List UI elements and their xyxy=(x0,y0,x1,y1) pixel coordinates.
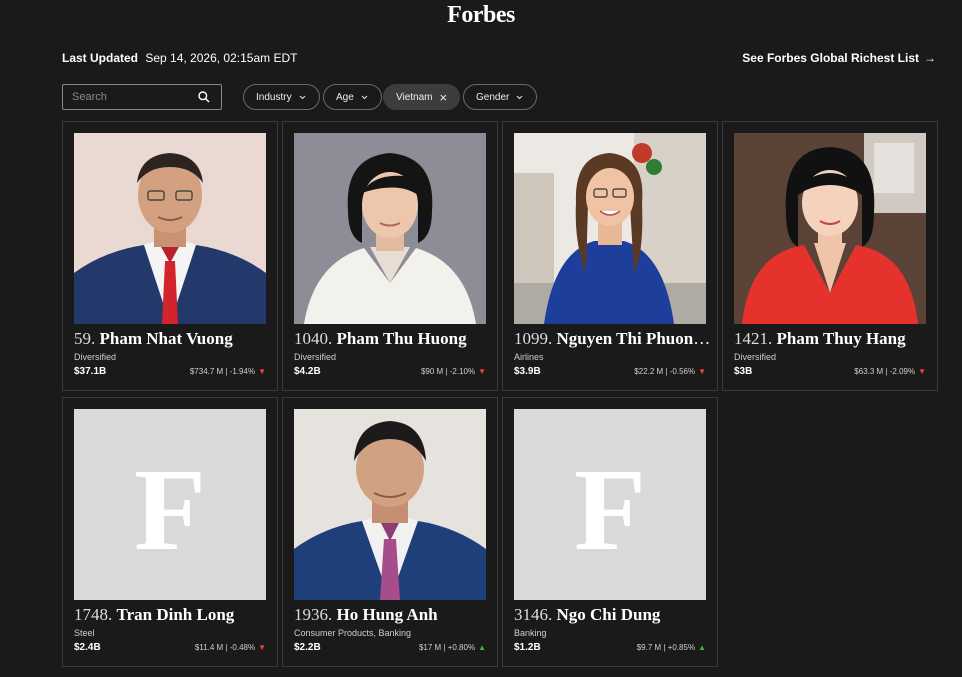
industry: Airlines xyxy=(514,352,544,362)
billionaire-card[interactable]: F 1748. Tran Dinh Long Steel $2.4B $11.4… xyxy=(62,397,278,667)
triangle-down-icon: ▼ xyxy=(918,367,926,376)
rank: 3146. xyxy=(514,605,553,624)
rank-and-name: 1040. Pham Thu Huong xyxy=(294,329,492,349)
industry: Diversified xyxy=(734,352,777,362)
last-updated-label: Last Updated xyxy=(62,51,139,65)
billionaire-card[interactable]: 59. Pham Nhat Vuong Diversified $37.1B $… xyxy=(62,121,278,391)
triangle-down-icon: ▼ xyxy=(258,643,266,652)
search-input[interactable] xyxy=(72,89,192,105)
person-name[interactable]: Ho Hung Anh xyxy=(337,605,438,624)
triangle-up-icon: ▲ xyxy=(478,643,486,652)
net-worth: $2.2B xyxy=(294,642,321,653)
rank: 1421. xyxy=(734,329,773,348)
profile-photo xyxy=(294,409,486,600)
triangle-down-icon: ▼ xyxy=(258,367,266,376)
daily-change: $22.2 M | -0.56% ▼ xyxy=(634,367,706,376)
chevron-down-icon xyxy=(516,95,523,99)
person-name[interactable]: Tran Dinh Long xyxy=(117,605,235,624)
rank: 1099. xyxy=(514,329,553,348)
billionaire-card[interactable]: 1936. Ho Hung Anh Consumer Products, Ban… xyxy=(282,397,498,667)
filter-country-label: Vietnam xyxy=(396,91,433,103)
person-name[interactable]: Pham Thu Huong xyxy=(337,329,467,348)
daily-change: $734.7 M | -1.94% ▼ xyxy=(190,367,266,376)
daily-change-value: $17 M | +0.80% xyxy=(418,643,476,652)
person-name[interactable]: Pham Thuy Hang xyxy=(777,329,906,348)
rank: 59. xyxy=(74,329,96,348)
search-box[interactable] xyxy=(62,84,222,110)
rank: 1748. xyxy=(74,605,113,624)
triangle-down-icon: ▼ xyxy=(478,367,486,376)
net-worth: $2.4B xyxy=(74,642,101,653)
person-name[interactable]: Pham Nhat Vuong xyxy=(100,329,233,348)
rank-and-name: 1748. Tran Dinh Long xyxy=(74,605,272,625)
rank-and-name: 1421. Pham Thuy Hang xyxy=(734,329,932,349)
rank-and-name: 1099. Nguyen Thi Phuong Thao xyxy=(514,329,712,349)
billionaire-card[interactable]: 1099. Nguyen Thi Phuong Thao Airlines $3… xyxy=(502,121,718,391)
net-worth: $3B xyxy=(734,366,753,377)
rank-and-name: 1936. Ho Hung Anh xyxy=(294,605,492,625)
filter-age[interactable]: Age xyxy=(323,84,382,110)
industry: Diversified xyxy=(294,352,337,362)
rank: 1936. xyxy=(294,605,333,624)
close-icon[interactable]: × xyxy=(440,91,448,104)
forbes-f-logo: F xyxy=(574,444,646,575)
forbes-f-logo: F xyxy=(134,444,206,575)
profile-photo-placeholder: F xyxy=(514,409,706,600)
profile-photo xyxy=(74,133,266,324)
filter-gender[interactable]: Gender xyxy=(463,84,538,110)
industry: Diversified xyxy=(74,352,117,362)
daily-change-value: $9.7 M | +0.85% xyxy=(636,643,696,652)
forbes-logo[interactable]: Forbes xyxy=(0,2,962,29)
triangle-down-icon: ▼ xyxy=(698,367,706,376)
daily-change: $90 M | -2.10% ▼ xyxy=(421,367,486,376)
net-worth: $3.9B xyxy=(514,366,541,377)
global-richest-link[interactable]: See Forbes Global Richest List → xyxy=(742,51,936,65)
global-richest-link-label: See Forbes Global Richest List xyxy=(742,51,919,65)
billionaire-card[interactable]: 1040. Pham Thu Huong Diversified $4.2B $… xyxy=(282,121,498,391)
search-icon[interactable] xyxy=(197,90,211,104)
profile-photo xyxy=(294,133,486,324)
net-worth: $4.2B xyxy=(294,366,321,377)
filter-industry[interactable]: Industry xyxy=(243,84,320,110)
profile-photo xyxy=(734,133,926,324)
daily-change-value: $734.7 M | -1.94% xyxy=(189,367,256,376)
last-updated: Last Updated Sep 14, 2026, 02:15am EDT xyxy=(62,51,297,65)
billionaire-card[interactable]: F 3146. Ngo Chi Dung Banking $1.2B $9.7 … xyxy=(502,397,718,667)
triangle-up-icon: ▲ xyxy=(698,643,706,652)
filter-industry-label: Industry xyxy=(256,91,292,103)
industry: Steel xyxy=(74,628,95,638)
filter-country-vietnam[interactable]: Vietnam × xyxy=(383,84,461,110)
daily-change: $9.7 M | +0.85% ▲ xyxy=(637,643,706,652)
last-updated-value: Sep 14, 2026, 02:15am EDT xyxy=(145,51,298,65)
profile-photo-placeholder: F xyxy=(74,409,266,600)
daily-change-value: $90 M | -2.10% xyxy=(420,367,476,376)
billionaire-card[interactable]: 1421. Pham Thuy Hang Diversified $3B $63… xyxy=(722,121,938,391)
daily-change: $63.3 M | -2.09% ▼ xyxy=(854,367,926,376)
chevron-down-icon xyxy=(299,95,305,99)
daily-change-value: $11.4 M | -0.48% xyxy=(194,643,256,652)
profile-photo xyxy=(514,133,706,324)
daily-change: $17 M | +0.80% ▲ xyxy=(419,643,486,652)
arrow-right-icon: → xyxy=(924,51,936,65)
industry: Banking xyxy=(514,628,547,638)
person-name[interactable]: Nguyen Thi Phuong Thao xyxy=(557,329,713,348)
rank: 1040. xyxy=(294,329,333,348)
chevron-down-icon xyxy=(361,95,368,99)
rank-and-name: 3146. Ngo Chi Dung xyxy=(514,605,712,625)
industry: Consumer Products, Banking xyxy=(294,628,412,638)
daily-change-value: $22.2 M | -0.56% xyxy=(634,367,696,376)
rank-and-name: 59. Pham Nhat Vuong xyxy=(74,329,272,349)
daily-change-value: $63.3 M | -2.09% xyxy=(854,367,916,376)
person-name[interactable]: Ngo Chi Dung xyxy=(557,605,661,624)
net-worth: $37.1B xyxy=(74,366,107,377)
filter-gender-label: Gender xyxy=(476,91,510,103)
daily-change: $11.4 M | -0.48% ▼ xyxy=(195,643,266,652)
filter-age-label: Age xyxy=(336,91,354,103)
net-worth: $1.2B xyxy=(514,642,541,653)
